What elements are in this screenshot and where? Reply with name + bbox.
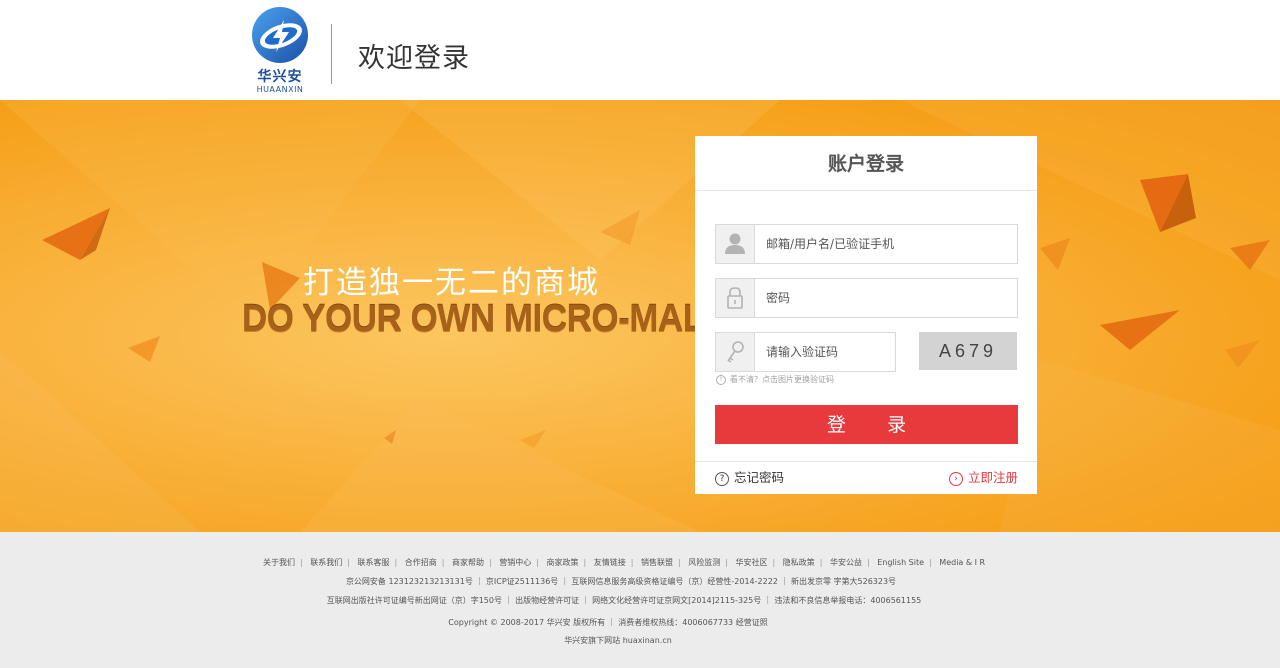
footer-link[interactable]: 关于我们 [263, 558, 295, 567]
password-field [715, 278, 1018, 318]
lightning-logo-icon [252, 7, 308, 63]
site-logo[interactable]: 华兴安 HUAANXIN [250, 6, 310, 94]
hero-banner: 打造独一无二的商城 DO YOUR OWN MICRO-MALL [0, 100, 1280, 532]
forgot-password-link[interactable]: ? 忘记密码 [715, 469, 784, 487]
footer-site-line: 华兴安旗下网站 huaxinan.cn [564, 636, 672, 645]
key-icon [716, 333, 755, 371]
login-button[interactable]: 登 录 [715, 405, 1018, 444]
footer-link[interactable]: 隐私政策 [783, 558, 815, 567]
captcha-input[interactable] [756, 333, 894, 371]
footer-link[interactable]: 商家政策 [547, 558, 579, 567]
footer-link[interactable]: 合作招商 [405, 558, 437, 567]
footer-link[interactable]: 联系客服 [358, 558, 390, 567]
arrow-right-circle-icon: › [948, 471, 963, 486]
user-icon [716, 225, 755, 263]
footer-publish-line: 互联网出版社许可证编号新出网证（京）字150号 ｜ 出版物经营许可证 ｜ 网络文… [326, 596, 922, 605]
slogan-english: DO YOUR OWN MICRO-MALL [242, 298, 725, 340]
username-input[interactable] [756, 225, 1016, 263]
question-icon: ? [715, 471, 729, 486]
footer-links: 关于我们 | 联系我们 | 联系客服 | 合作招商 | 商家帮助 | 营销中心 | 商家政策… [263, 558, 986, 567]
logo-text-en: HUAANXIN [256, 85, 304, 94]
footer-link[interactable]: 华安公益 [830, 558, 862, 567]
site-header: 华兴安 HUAANXIN 欢迎登录 [0, 0, 1280, 100]
site-footer: 关于我们 | 联系我们 | 联系客服 | 合作招商 | 商家帮助 | 营销中心 | 商家政策… [0, 532, 1280, 668]
footer-link[interactable]: 营销中心 [499, 558, 531, 567]
login-box-divider [695, 461, 1037, 462]
footer-link[interactable]: 风险监测 [688, 558, 720, 567]
footer-link[interactable]: 商家帮助 [452, 558, 484, 567]
footer-link[interactable]: Media & I R [939, 558, 985, 567]
footer-license-line: 京公网安备 123123213213131号 ｜ 京ICP证2511136号 ｜… [345, 577, 897, 586]
footer-link[interactable]: 联系我们 [310, 558, 342, 567]
logo-text-cn: 华兴安 [257, 69, 303, 85]
password-input[interactable] [756, 279, 1016, 317]
footer-link[interactable]: English Site [877, 558, 924, 567]
footer-link[interactable]: 友情链接 [594, 558, 626, 567]
login-title: 账户登录 [695, 136, 1037, 191]
login-panel: 账户登录 A679 !看不清？点击图片 [695, 136, 1037, 494]
captcha-hint-text: 看不清？点击图片更换验证码 [730, 375, 834, 384]
page-title: 欢迎登录 [358, 43, 470, 74]
footer-link[interactable]: 华安社区 [736, 558, 768, 567]
register-label: 立即注册 [967, 470, 1018, 485]
lock-icon [716, 279, 755, 317]
footer-link[interactable]: 销售联盟 [641, 558, 673, 567]
register-link[interactable]: › 立即注册 [948, 469, 1018, 487]
info-icon: ! [716, 374, 726, 385]
slogan-chinese: 打造独一无二的商城 [303, 265, 600, 301]
header-divider [331, 24, 332, 84]
captcha-field [715, 332, 896, 372]
username-field [715, 224, 1018, 264]
footer-copyright-line: Copyright © 2008-2017 华兴安 版权所有 ｜ 消费者维权热线… [448, 618, 768, 627]
captcha-hint[interactable]: ! 看不清？点击图片更换验证码 [716, 374, 834, 386]
forgot-password-label: 忘记密码 [734, 470, 785, 485]
captcha-image[interactable]: A679 [919, 332, 1017, 370]
